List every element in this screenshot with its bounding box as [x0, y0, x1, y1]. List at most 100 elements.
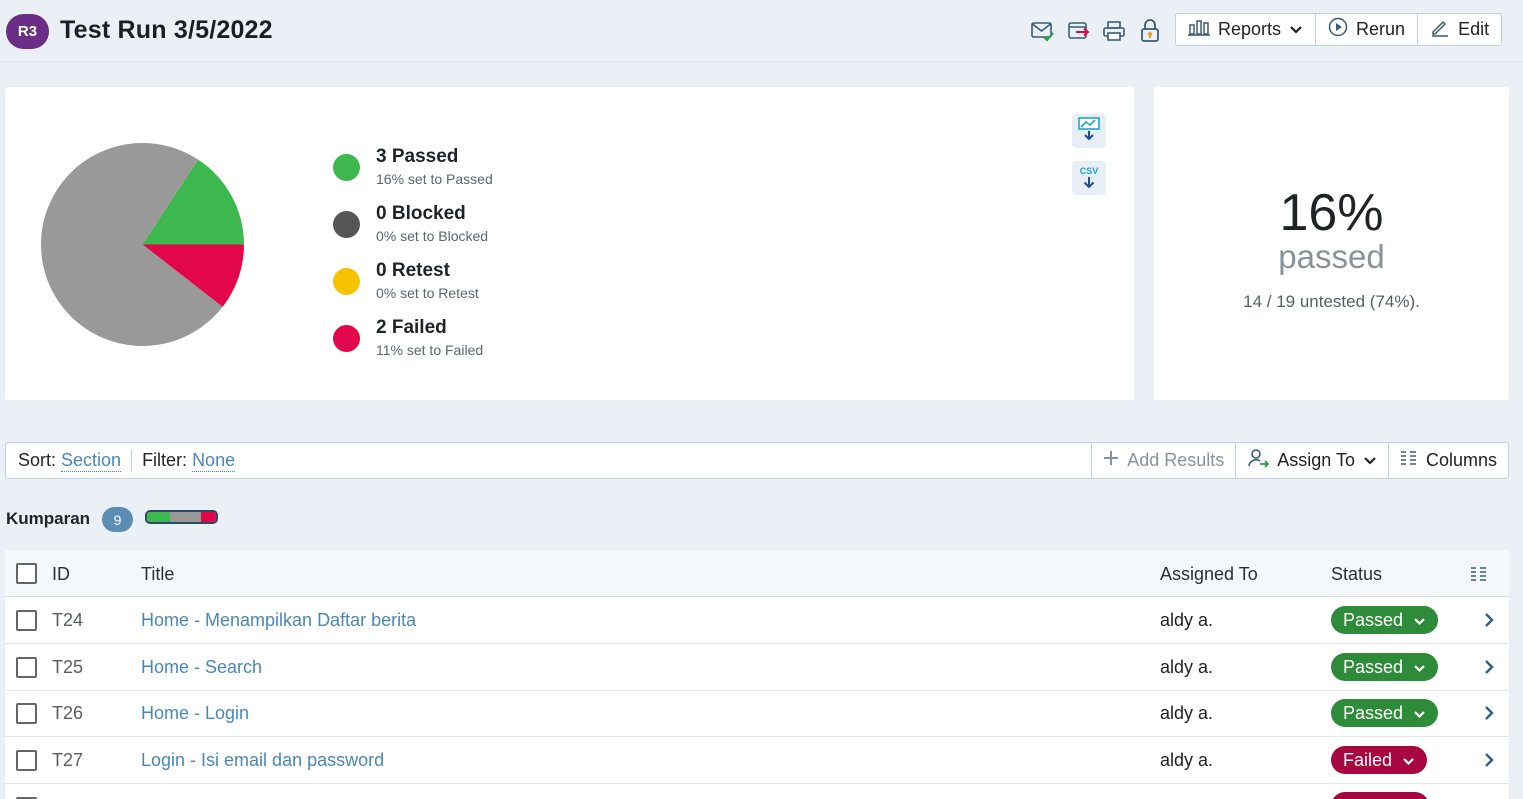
status-dropdown[interactable]: Passed: [1331, 653, 1439, 681]
rerun-label: Rerun: [1356, 19, 1406, 39]
assign-to-label: Assign To: [1277, 450, 1355, 470]
table-row[interactable]: T26 Home - Login aldy a. Passed: [5, 690, 1509, 737]
column-header-assigned[interactable]: Assigned To: [1160, 563, 1258, 585]
csv-label: CSV: [1079, 166, 1099, 176]
status-pie-chart: [40, 142, 244, 346]
failed-dot-icon: [333, 325, 360, 352]
chevron-down-icon: [1363, 450, 1377, 471]
edit-button[interactable]: Edit: [1418, 14, 1501, 45]
test-title-link[interactable]: Home - Menampilkan Daftar berita: [141, 609, 416, 631]
add-results-button[interactable]: Add Results: [1091, 443, 1235, 478]
assigned-to: aldy a.: [1160, 610, 1214, 630]
csv-download-icon: CSV: [1079, 166, 1099, 190]
add-results-label: Add Results: [1127, 450, 1225, 470]
test-title-link[interactable]: Home - Login: [141, 702, 249, 724]
status-dropdown[interactable]: Passed: [1331, 606, 1439, 634]
run-badge: R3: [6, 14, 49, 49]
legend-item-blocked: 0 Blocked 0% set to Blocked: [331, 202, 493, 259]
test-title-link[interactable]: Home - Search: [141, 656, 262, 678]
chevron-right-icon[interactable]: [1482, 610, 1496, 630]
row-checkbox[interactable]: [16, 750, 37, 771]
table-row[interactable]: [5, 784, 1509, 799]
tests-table: ID Title Assigned To Status T24 Home - M…: [5, 550, 1509, 799]
assigned-to: aldy a.: [1160, 657, 1214, 677]
reports-label: Reports: [1218, 19, 1282, 39]
test-id: T24: [52, 610, 84, 630]
status-dropdown[interactable]: Failed: [1331, 746, 1428, 774]
export-icon[interactable]: [1067, 19, 1091, 43]
divider: [131, 449, 133, 472]
chevron-right-icon[interactable]: [1482, 703, 1496, 723]
status-label: Failed: [1343, 749, 1393, 770]
status-label: Passed: [1343, 656, 1404, 677]
lock-icon[interactable]: [1138, 19, 1162, 43]
legend-item-retest: 0 Retest 0% set to Retest: [331, 259, 493, 316]
assigned-to: aldy a.: [1160, 750, 1214, 770]
status-dropdown[interactable]: [1331, 792, 1429, 799]
chevron-down-icon: [1413, 657, 1426, 678]
filter-link[interactable]: None: [192, 450, 236, 472]
chevron-right-icon[interactable]: [1482, 657, 1496, 677]
rerun-button[interactable]: Rerun: [1316, 14, 1419, 45]
pass-percent: 16%: [1279, 184, 1384, 242]
assign-user-icon: [1247, 448, 1270, 473]
progress-failed: [200, 512, 216, 522]
email-check-icon[interactable]: [1031, 19, 1055, 43]
chevron-down-icon: [1402, 750, 1415, 771]
summary-chart-card: 3 Passed 16% set to Passed 0 Blocked 0% …: [5, 87, 1134, 400]
bar-chart-icon: [1188, 18, 1210, 41]
row-checkbox[interactable]: [16, 610, 37, 631]
section-title[interactable]: Kumparan: [6, 509, 90, 529]
columns-label: Columns: [1425, 450, 1497, 470]
row-checkbox[interactable]: [16, 703, 37, 724]
assign-to-button[interactable]: Assign To: [1235, 443, 1388, 478]
status-dropdown[interactable]: Passed: [1331, 699, 1439, 727]
section-count-badge: 9: [102, 507, 133, 532]
row-checkbox[interactable]: [16, 657, 37, 678]
print-icon[interactable]: [1102, 19, 1126, 43]
pass-rate-card: 16% passed 14 / 19 untested (74%).: [1154, 87, 1509, 400]
legend-title: 3 Passed: [376, 146, 459, 167]
legend-sub: 0% set to Retest: [376, 285, 479, 301]
legend-sub: 11% set to Failed: [376, 342, 484, 358]
status-label: Passed: [1343, 702, 1404, 723]
untested-summary: 14 / 19 untested (74%).: [1243, 292, 1420, 311]
table-header: ID Title Assigned To Status: [5, 550, 1509, 597]
plus-icon: [1103, 450, 1119, 471]
sort-label: Sort:: [18, 450, 57, 470]
export-csv-button[interactable]: CSV: [1072, 161, 1106, 195]
filter-label: Filter:: [142, 450, 188, 470]
legend-sub: 16% set to Passed: [376, 171, 493, 187]
column-settings-icon[interactable]: [1470, 566, 1488, 587]
reports-button[interactable]: Reports: [1176, 14, 1317, 45]
blocked-dot-icon: [333, 211, 360, 238]
table-row[interactable]: T25 Home - Search aldy a. Passed: [5, 644, 1509, 691]
legend-sub: 0% set to Blocked: [376, 228, 489, 244]
chevron-down-icon: [1413, 703, 1426, 724]
chevron-right-icon[interactable]: [1482, 750, 1496, 770]
legend-title: 2 Failed: [376, 317, 447, 338]
status-label: Passed: [1343, 609, 1404, 630]
page-header: R3 Test Run 3/5/2022 Reports Rerun Edit: [0, 0, 1523, 62]
sort-link[interactable]: Section: [61, 450, 122, 472]
test-id: T27: [52, 750, 84, 770]
column-header-status[interactable]: Status: [1331, 563, 1382, 585]
progress-untested: [169, 512, 201, 522]
retest-dot-icon: [333, 268, 360, 295]
column-header-id[interactable]: ID: [52, 563, 70, 585]
select-all-checkbox[interactable]: [16, 563, 37, 584]
passed-dot-icon: [333, 154, 360, 181]
table-row[interactable]: T24 Home - Menampilkan Daftar berita ald…: [5, 597, 1509, 644]
columns-button[interactable]: Columns: [1387, 443, 1508, 478]
export-chart-image-button[interactable]: [1072, 114, 1106, 148]
columns-icon: [1400, 450, 1418, 471]
legend-item-passed: 3 Passed 16% set to Passed: [331, 145, 493, 202]
test-id: T26: [52, 703, 84, 723]
progress-passed: [147, 512, 170, 522]
image-download-icon: [1077, 116, 1101, 147]
column-header-title[interactable]: Title: [141, 563, 174, 585]
chevron-down-icon: [1413, 610, 1426, 631]
test-title-link[interactable]: Login - Isi email dan password: [141, 749, 384, 771]
table-row[interactable]: T27 Login - Isi email dan password aldy …: [5, 737, 1509, 784]
legend-item-failed: 2 Failed 11% set to Failed: [331, 316, 493, 373]
